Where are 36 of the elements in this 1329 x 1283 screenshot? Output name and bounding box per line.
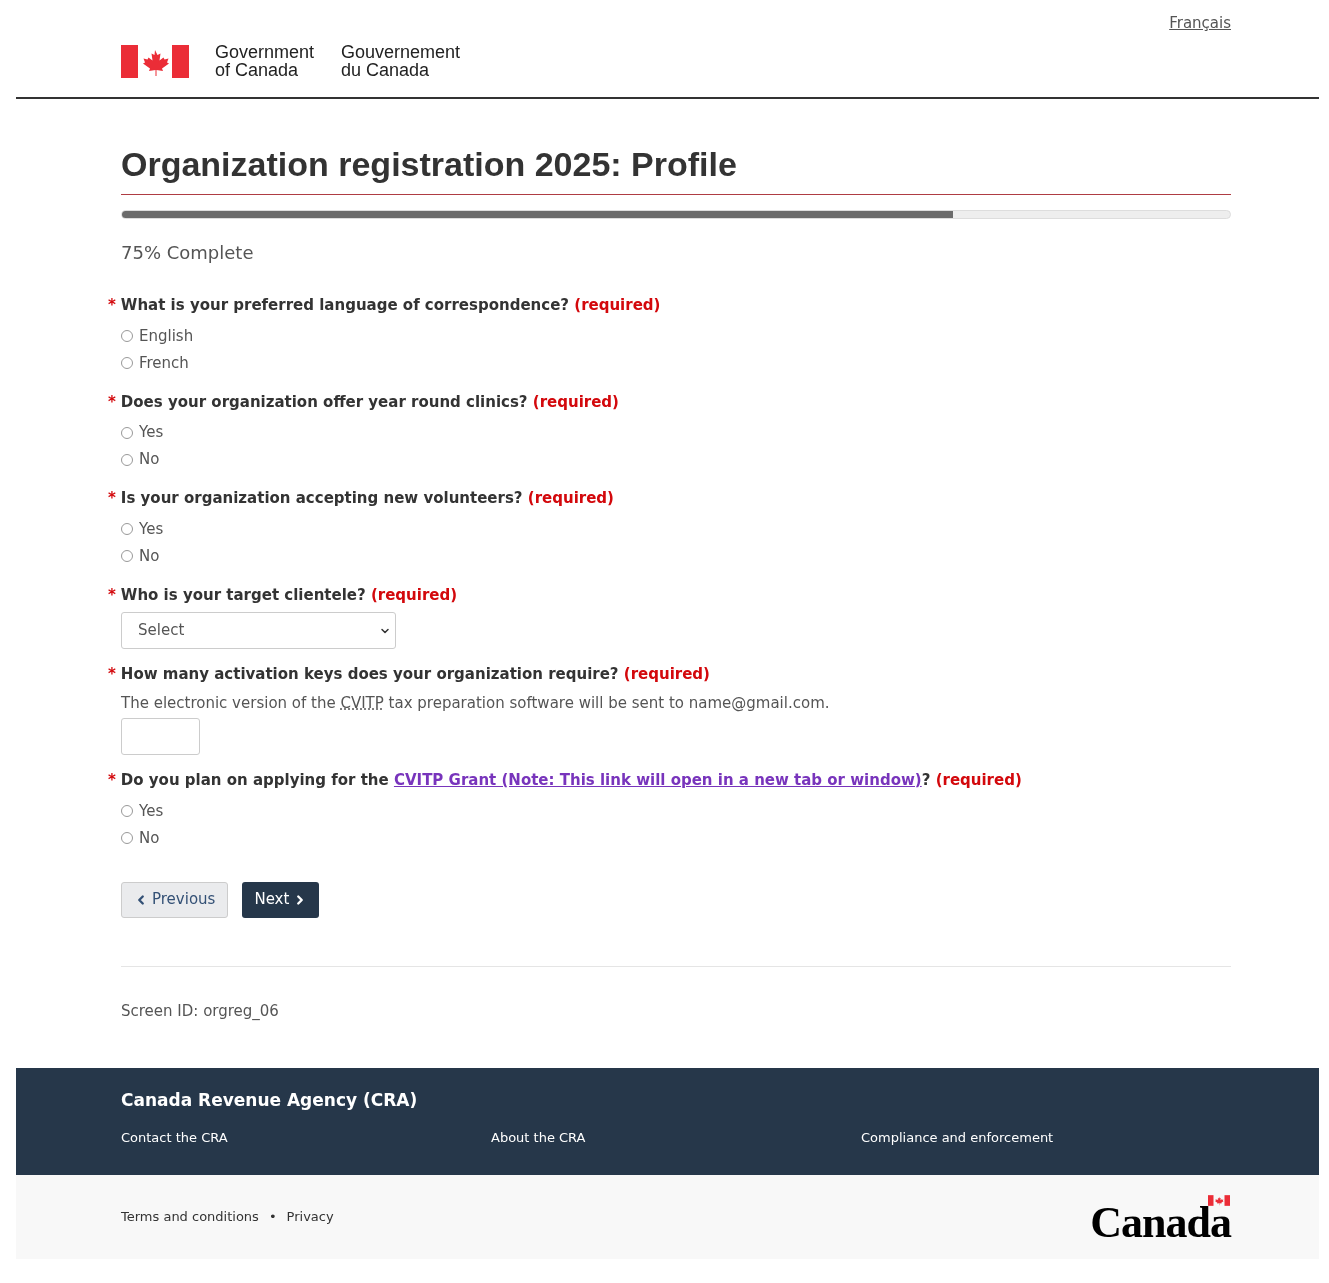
- question-label: * Who is your target clientele? (required): [108, 584, 459, 606]
- question-label: * Do you plan on applying for the CVITP Grant (Note: This link will open in a new tab or window)? (required): [108, 770, 1023, 791]
- clientele-select[interactable]: Select: [121, 612, 396, 649]
- bullet-separator: •: [268, 1208, 277, 1227]
- option-label: English: [139, 325, 194, 347]
- footer-link[interactable]: Compliance and enforcement: [861, 1127, 1319, 1147]
- previous-button[interactable]: Previous: [121, 881, 229, 918]
- grant-link[interactable]: CVITP Grant (Note: This link will open in a new tab or window): [393, 771, 922, 789]
- footer-link[interactable]: Contact the CRA: [121, 1127, 491, 1147]
- footer-title: Canada Revenue Agency (CRA): [121, 1089, 419, 1112]
- signature-english: Government of Canada: [215, 43, 315, 79]
- option-label: No: [139, 449, 160, 471]
- keys-input[interactable]: [121, 718, 200, 755]
- screen-id: Screen ID: orgreg_06: [121, 1000, 280, 1022]
- option-label: Yes: [139, 800, 164, 822]
- question-label: * How many activation keys does your organization require? (required): [108, 664, 711, 685]
- option-label: Yes: [139, 422, 164, 444]
- option-label: No: [139, 545, 160, 567]
- question-label: * Does your organization offer year round clinics? (required): [108, 391, 620, 413]
- question-label: * Is your organization accepting new volunteers? (required): [108, 488, 615, 509]
- footer-link[interactable]: About the CRA: [491, 1127, 861, 1147]
- canada-flag-icon: [121, 44, 189, 78]
- page-title: Organization registration 2025: Profile: [121, 139, 1231, 195]
- progress-label: 75% Complete: [121, 241, 255, 265]
- footer-link[interactable]: Privacy: [286, 1207, 334, 1227]
- flag-icon: [1208, 1194, 1230, 1206]
- option-label: Yes: [139, 518, 164, 540]
- option-label: French: [139, 352, 189, 374]
- language-link[interactable]: Français: [1169, 12, 1231, 35]
- signature-french: Gouvernement du Canada: [341, 43, 461, 79]
- option-label: No: [139, 827, 160, 849]
- question-description: The electronic version of the CVITP tax preparation software will be sent to name@gmail.com.: [121, 692, 831, 714]
- canada-wordmark: Canada: [1090, 1205, 1231, 1240]
- footer-link[interactable]: Terms and conditions: [121, 1207, 259, 1227]
- question-label: * What is your preferred language of correspondence? (required): [108, 295, 662, 316]
- next-button[interactable]: Next: [242, 881, 320, 918]
